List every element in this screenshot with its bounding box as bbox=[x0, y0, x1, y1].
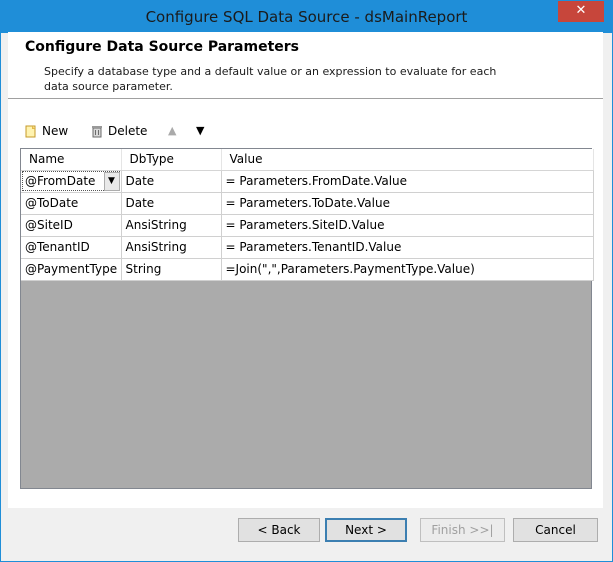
parameter-value-cell[interactable]: =Join(",",Parameters.PaymentType.Value) bbox=[221, 258, 594, 281]
parameter-name: @FromDate bbox=[25, 174, 96, 188]
move-up-button[interactable]: ▲ bbox=[168, 120, 176, 142]
title-bar[interactable]: Configure SQL Data Source - dsMainReport… bbox=[1, 1, 612, 33]
parameter-name-cell[interactable]: @PaymentType bbox=[21, 258, 122, 281]
column-header-value[interactable]: Value bbox=[221, 149, 594, 171]
parameter-dbtype-cell[interactable]: AnsiString bbox=[121, 214, 222, 237]
finish-button[interactable]: Finish >>| bbox=[420, 518, 505, 542]
parameter-name-cell[interactable]: @ToDate bbox=[21, 192, 122, 215]
page-title: Configure Data Source Parameters bbox=[25, 39, 300, 55]
parameter-dbtype-cell[interactable]: String bbox=[121, 258, 222, 281]
delete-button[interactable]: Delete bbox=[90, 120, 147, 142]
parameter-dbtype-cell[interactable]: Date bbox=[121, 170, 222, 193]
chevron-down-icon[interactable]: ▼ bbox=[103, 171, 120, 191]
page-description: Specify a database type and a default va… bbox=[44, 65, 497, 93]
column-header-dbtype[interactable]: DbType bbox=[121, 149, 222, 171]
move-down-button[interactable]: ▼ bbox=[196, 120, 204, 142]
parameter-dbtype-cell[interactable]: AnsiString bbox=[121, 236, 222, 259]
header-panel: Configure Data Source Parameters Specify… bbox=[8, 32, 603, 98]
trash-icon bbox=[92, 126, 102, 138]
new-icon bbox=[25, 125, 36, 138]
window-title: Configure SQL Data Source - dsMainReport bbox=[145, 8, 468, 26]
parameter-dbtype-cell[interactable]: Date bbox=[121, 192, 222, 215]
parameter-value-cell[interactable]: = Parameters.FromDate.Value bbox=[221, 170, 594, 193]
arrow-up-icon: ▲ bbox=[168, 124, 177, 137]
parameter-value-cell[interactable]: = Parameters.SiteID.Value bbox=[221, 214, 594, 237]
table-row[interactable]: @FromDate ▼ Date = Parameters.FromDate.V… bbox=[21, 170, 594, 193]
parameter-name-cell[interactable]: @FromDate ▼ bbox=[21, 170, 122, 193]
column-header-name[interactable]: Name bbox=[21, 149, 122, 171]
parameter-value-cell[interactable]: = Parameters.ToDate.Value bbox=[221, 192, 594, 215]
table-row[interactable]: @SiteID AnsiString = Parameters.SiteID.V… bbox=[21, 214, 594, 237]
table-row[interactable]: @PaymentType String =Join(",",Parameters… bbox=[21, 258, 594, 281]
next-button[interactable]: Next > bbox=[325, 518, 407, 542]
delete-label: Delete bbox=[108, 124, 148, 138]
cancel-button[interactable]: Cancel bbox=[513, 518, 598, 542]
grid-header-row: Name DbType Value bbox=[21, 149, 594, 171]
new-label: New bbox=[42, 124, 69, 138]
close-icon: ✕ bbox=[575, 3, 587, 18]
parameter-value-cell[interactable]: = Parameters.TenantID.Value bbox=[221, 236, 594, 259]
back-button[interactable]: < Back bbox=[238, 518, 320, 542]
arrow-down-icon: ▼ bbox=[196, 124, 205, 137]
parameter-name-cell[interactable]: @SiteID bbox=[21, 214, 122, 237]
close-button[interactable]: ✕ bbox=[558, 1, 604, 22]
table-row[interactable]: @ToDate Date = Parameters.ToDate.Value bbox=[21, 192, 594, 215]
parameters-grid[interactable]: Name DbType Value @FromDate ▼ Date = Par… bbox=[20, 148, 594, 489]
table-row[interactable]: @TenantID AnsiString = Parameters.Tenant… bbox=[21, 236, 594, 259]
new-button[interactable]: New bbox=[24, 120, 68, 142]
parameter-name-cell[interactable]: @TenantID bbox=[21, 236, 122, 259]
